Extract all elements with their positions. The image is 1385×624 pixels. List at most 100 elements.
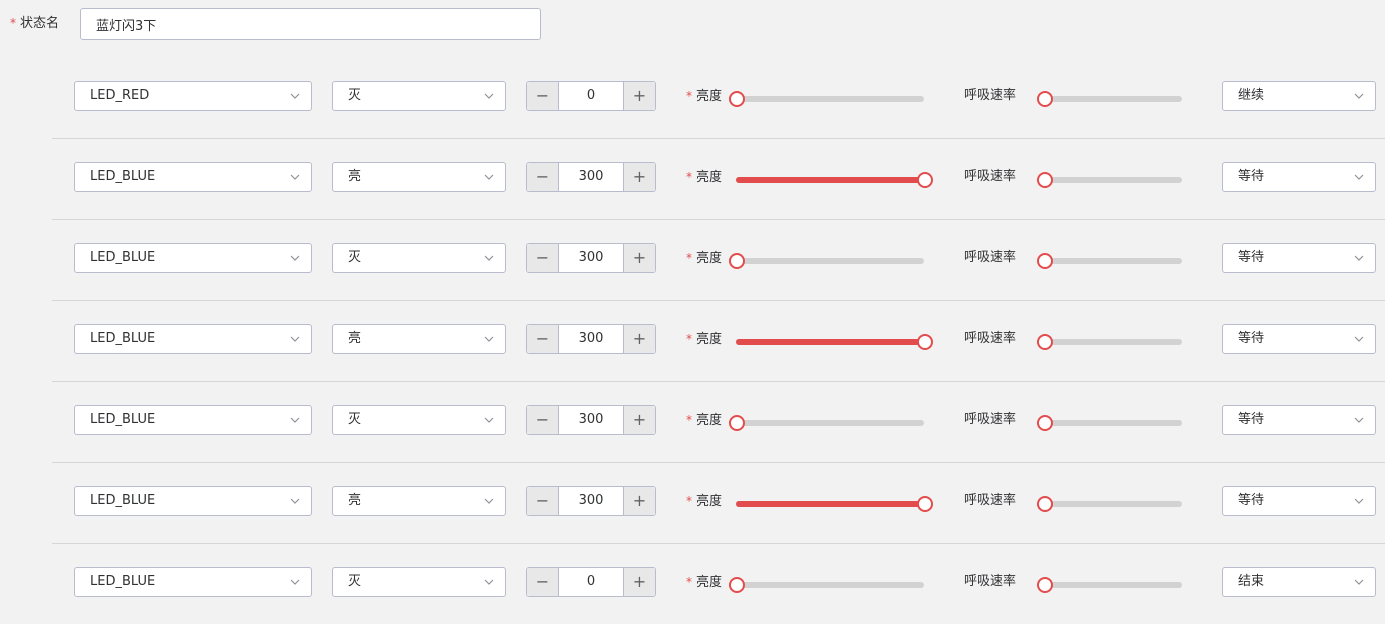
switch-select[interactable]: 灭: [332, 405, 506, 435]
decrement-button[interactable]: −: [527, 244, 559, 272]
increment-button[interactable]: +: [623, 325, 655, 353]
chevron-down-icon: [290, 255, 300, 261]
decrement-button[interactable]: −: [527, 325, 559, 353]
duration-input[interactable]: 300: [559, 406, 623, 434]
led-select[interactable]: LED_BLUE: [74, 405, 312, 435]
led-select[interactable]: LED_BLUE: [74, 243, 312, 273]
switch-select[interactable]: 亮: [332, 486, 506, 516]
brightness-slider-handle[interactable]: [729, 415, 745, 431]
led-select[interactable]: LED_BLUE: [74, 567, 312, 597]
increment-button[interactable]: +: [623, 406, 655, 434]
minus-icon: −: [535, 248, 550, 267]
breath-rate-slider[interactable]: [1037, 415, 1182, 431]
duration-input[interactable]: 0: [559, 568, 623, 596]
switch-select-value: 灭: [348, 574, 362, 589]
plus-icon: +: [632, 572, 647, 591]
brightness-slider[interactable]: [729, 577, 924, 593]
duration-input[interactable]: 300: [559, 325, 623, 353]
action-select-value: 继续: [1238, 88, 1265, 103]
led-select[interactable]: LED_BLUE: [74, 162, 312, 192]
switch-select[interactable]: 灭: [332, 243, 506, 273]
breath-rate-label: 呼吸速率: [964, 574, 1017, 589]
brightness-slider[interactable]: [729, 91, 924, 107]
action-select-value: 等待: [1238, 169, 1265, 184]
breath-rate-slider[interactable]: [1037, 577, 1182, 593]
brightness-slider-handle[interactable]: [917, 334, 933, 350]
increment-button[interactable]: +: [623, 82, 655, 110]
breath-rate-slider-handle[interactable]: [1037, 577, 1053, 593]
brightness-slider[interactable]: [736, 334, 933, 350]
decrement-button[interactable]: −: [527, 406, 559, 434]
breath-rate-slider-handle[interactable]: [1037, 415, 1053, 431]
led-select-value: LED_BLUE: [90, 331, 156, 346]
action-select[interactable]: 继续: [1222, 81, 1376, 111]
chevron-down-icon: [484, 579, 494, 585]
brightness-slider[interactable]: [736, 172, 933, 188]
brightness-slider[interactable]: [729, 253, 924, 269]
breath-rate-slider[interactable]: [1037, 334, 1182, 350]
duration-input[interactable]: 300: [559, 244, 623, 272]
brightness-slider[interactable]: [729, 415, 924, 431]
breath-rate-slider-handle[interactable]: [1037, 172, 1053, 188]
chevron-down-icon: [484, 417, 494, 423]
breath-rate-slider-handle[interactable]: [1037, 496, 1053, 512]
led-select[interactable]: LED_BLUE: [74, 486, 312, 516]
action-select[interactable]: 等待: [1222, 162, 1376, 192]
decrement-button[interactable]: −: [527, 82, 559, 110]
increment-button[interactable]: +: [623, 244, 655, 272]
brightness-label-text: 亮度: [696, 494, 723, 509]
state-name-input[interactable]: [80, 8, 541, 40]
brightness-label-text: 亮度: [696, 251, 723, 266]
brightness-slider[interactable]: [736, 496, 933, 512]
decrement-button[interactable]: −: [527, 163, 559, 191]
minus-icon: −: [535, 167, 550, 186]
chevron-down-icon: [484, 255, 494, 261]
brightness-slider-handle[interactable]: [729, 577, 745, 593]
increment-button[interactable]: +: [623, 568, 655, 596]
chevron-down-icon: [484, 93, 494, 99]
chevron-down-icon: [1354, 498, 1364, 504]
led-step-row: LED_RED 灭 − 0 + * 亮度 呼吸速率 继续: [52, 58, 1385, 139]
increment-button[interactable]: +: [623, 487, 655, 515]
chevron-down-icon: [290, 417, 300, 423]
brightness-slider-handle[interactable]: [729, 253, 745, 269]
duration-stepper: − 300 +: [526, 162, 656, 192]
breath-rate-slider[interactable]: [1037, 91, 1182, 107]
chevron-down-icon: [484, 174, 494, 180]
action-select[interactable]: 等待: [1222, 486, 1376, 516]
breath-rate-slider[interactable]: [1037, 496, 1182, 512]
duration-stepper: − 300 +: [526, 486, 656, 516]
switch-select[interactable]: 亮: [332, 162, 506, 192]
chevron-down-icon: [1354, 336, 1364, 342]
breath-rate-slider[interactable]: [1037, 172, 1182, 188]
led-select-value: LED_BLUE: [90, 412, 156, 427]
breath-rate-slider[interactable]: [1037, 253, 1182, 269]
switch-select[interactable]: 灭: [332, 81, 506, 111]
brightness-slider-fill: [736, 501, 924, 507]
increment-button[interactable]: +: [623, 163, 655, 191]
switch-select[interactable]: 灭: [332, 567, 506, 597]
action-select[interactable]: 等待: [1222, 405, 1376, 435]
led-select[interactable]: LED_RED: [74, 81, 312, 111]
minus-icon: −: [535, 572, 550, 591]
action-select[interactable]: 等待: [1222, 243, 1376, 273]
required-mark: *: [686, 575, 692, 589]
breath-rate-slider-handle[interactable]: [1037, 253, 1053, 269]
brightness-label-text: 亮度: [696, 170, 723, 185]
decrement-button[interactable]: −: [527, 568, 559, 596]
brightness-slider-handle[interactable]: [917, 172, 933, 188]
led-select[interactable]: LED_BLUE: [74, 324, 312, 354]
duration-input[interactable]: 300: [559, 487, 623, 515]
action-select[interactable]: 结束: [1222, 567, 1376, 597]
brightness-label: * 亮度: [686, 243, 722, 274]
led-step-row: LED_BLUE 灭 − 300 + * 亮度 呼吸速率 等待: [52, 220, 1385, 301]
breath-rate-slider-handle[interactable]: [1037, 334, 1053, 350]
decrement-button[interactable]: −: [527, 487, 559, 515]
duration-input[interactable]: 0: [559, 82, 623, 110]
brightness-slider-handle[interactable]: [917, 496, 933, 512]
duration-input[interactable]: 300: [559, 163, 623, 191]
breath-rate-slider-handle[interactable]: [1037, 91, 1053, 107]
action-select[interactable]: 等待: [1222, 324, 1376, 354]
brightness-slider-handle[interactable]: [729, 91, 745, 107]
switch-select[interactable]: 亮: [332, 324, 506, 354]
